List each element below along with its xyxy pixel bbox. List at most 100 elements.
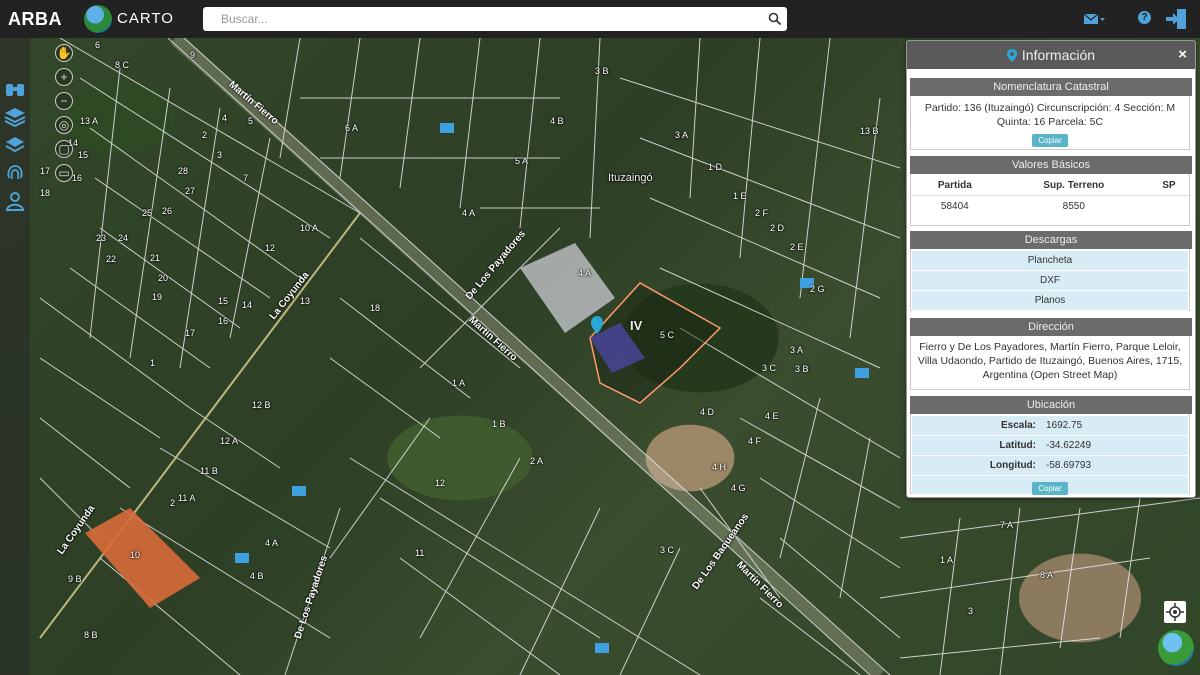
parcel-number: 4 — [222, 113, 228, 123]
pan-hand-icon[interactable]: ✋ — [55, 44, 73, 62]
copy-button[interactable]: Copiar — [1032, 134, 1068, 147]
parcel-number: 7 — [243, 173, 249, 183]
table-cell: 58404 — [911, 195, 999, 217]
parcel-number: 1 D — [708, 162, 723, 172]
parcel-number: 3 B — [795, 364, 809, 374]
parcel-number: 10 A — [300, 223, 319, 233]
valores-section: Partida Sup. Terreno SP 58404 8550 — [910, 174, 1190, 226]
binoculars-icon[interactable] — [4, 78, 26, 100]
fingerprint-icon[interactable] — [4, 162, 26, 184]
descargas-section: Plancheta DXF Planos — [910, 249, 1190, 311]
layers-icon[interactable] — [4, 106, 26, 128]
search-icon[interactable] — [768, 12, 782, 26]
parcel-number: 2 A — [530, 456, 544, 466]
close-icon[interactable]: × — [1178, 41, 1187, 69]
help-icon[interactable]: ? — [1138, 11, 1151, 24]
longitud-value: -58.69793 — [1046, 460, 1092, 471]
parcel-number: 11 — [415, 548, 425, 558]
table-row: 58404 8550 — [911, 195, 1189, 217]
parcel-number: 13 A — [80, 116, 99, 126]
info-panel-title: Información — [1021, 47, 1096, 63]
parcel-number: 4 B — [550, 116, 564, 126]
parcel-number: 19 — [152, 292, 163, 302]
parcel-number: 11 B — [200, 466, 218, 476]
parcel-number: 1 — [150, 358, 156, 368]
column-header: SP — [1162, 180, 1176, 191]
section-header: Descargas — [910, 231, 1192, 249]
ruler-icon[interactable]: ▭ — [55, 164, 73, 182]
parcel-number: 4 A — [462, 208, 476, 218]
download-planos-link[interactable]: Planos — [912, 291, 1188, 311]
column-header: Sup. Terreno — [1043, 180, 1105, 191]
zoom-out-icon[interactable]: − — [55, 92, 73, 110]
parcel-number: 13 — [300, 296, 311, 306]
parcel-number: 7 A — [1000, 520, 1014, 530]
locate-me-button[interactable] — [1164, 601, 1186, 623]
parcel-number: 2 G — [810, 284, 825, 294]
download-dxf-link[interactable]: DXF — [912, 271, 1188, 291]
latitud-row: Latitud: -34.62249 — [912, 436, 1188, 456]
parcel-number: 8 A — [1040, 570, 1054, 580]
parcel-number: 17 — [40, 166, 51, 176]
parcel-number: 1 E — [733, 191, 747, 201]
parcel-number: 2 — [202, 130, 208, 140]
parcel-number: 2 F — [755, 208, 769, 218]
parcel-number: 13 B — [860, 126, 879, 136]
parcel-number: 4 B — [250, 571, 264, 581]
nomenclatura-line: Quinta: 16 Parcela: 5C — [996, 116, 1104, 128]
mail-icon[interactable] — [1084, 13, 1106, 26]
info-panel-header: Información × — [907, 41, 1195, 69]
parcel-number: 9 — [190, 50, 196, 60]
parcel-number: 8 B — [84, 630, 98, 640]
parcel-number: 12 A — [220, 436, 239, 446]
parcel-number: 9 B — [68, 574, 82, 584]
crosshair-icon — [1166, 603, 1184, 621]
parcel-number: 3 C — [762, 363, 777, 373]
escala-value: 1692.75 — [1046, 420, 1083, 431]
map-pin-icon — [1006, 49, 1017, 62]
top-bar: ARBA CARTO ? — [0, 0, 1200, 38]
parcel-number: 27 — [185, 186, 196, 196]
parcel-number: 21 — [150, 253, 161, 263]
parcel-number: 3 B — [595, 66, 609, 76]
ubicacion-section: Escala: 1692.75 Latitud: -34.62249 Longitu… — [910, 414, 1190, 495]
parcel-number: 6 A — [345, 123, 359, 133]
parcel-number: 2 D — [770, 223, 785, 233]
parcel-number: 3 C — [660, 545, 675, 555]
measure-icon[interactable]: ▢ — [55, 140, 73, 158]
parcel-number: 23 — [96, 233, 107, 243]
parcel-number: 26 — [162, 206, 173, 216]
parcel-number: 17 — [185, 328, 196, 338]
escala-label: Escala: — [1000, 420, 1036, 431]
parcel-number: 3 A — [675, 130, 689, 140]
parcel-number: 12 — [265, 243, 276, 253]
parcel-number: 4 H — [712, 462, 727, 472]
carto-globe-icon — [84, 5, 112, 33]
parcel-number: 4 G — [731, 483, 746, 493]
parcel-number: 11 A — [178, 493, 196, 503]
parcel-number: 4 E — [765, 411, 779, 421]
layers-stack-icon[interactable] — [4, 134, 26, 156]
globe-icon[interactable]: ◎ — [55, 116, 73, 134]
copy-coordinates-button[interactable]: Copiar — [1032, 482, 1068, 495]
parcel-number: 3 — [968, 606, 974, 616]
zoom-in-icon[interactable]: + — [55, 68, 73, 86]
search-input[interactable] — [203, 7, 763, 31]
longitud-label: Longitud: — [989, 460, 1036, 471]
parcel-number: 2 — [170, 498, 176, 508]
parcel-number: 20 — [158, 273, 169, 283]
logout-icon[interactable] — [1164, 8, 1188, 30]
parcel-number: 25 — [142, 208, 153, 218]
left-toolbar — [0, 38, 30, 675]
parcel-number: 12 B — [252, 400, 271, 410]
parcel-number: 14 — [242, 300, 253, 310]
user-location-icon[interactable] — [4, 190, 26, 212]
parcel-number: 16 — [218, 316, 229, 326]
section-header: Ubicación — [910, 396, 1192, 414]
address-text: Fierro y De Los Payadores, Martín Fierro… — [917, 341, 1183, 381]
carto-globe-icon[interactable] — [1158, 630, 1194, 666]
carto-logo-text: CARTO — [117, 10, 174, 27]
arba-logo[interactable]: ARBA — [8, 9, 62, 30]
parcel-number: 15 — [218, 296, 229, 306]
download-plancheta-link[interactable]: Plancheta — [912, 251, 1188, 271]
